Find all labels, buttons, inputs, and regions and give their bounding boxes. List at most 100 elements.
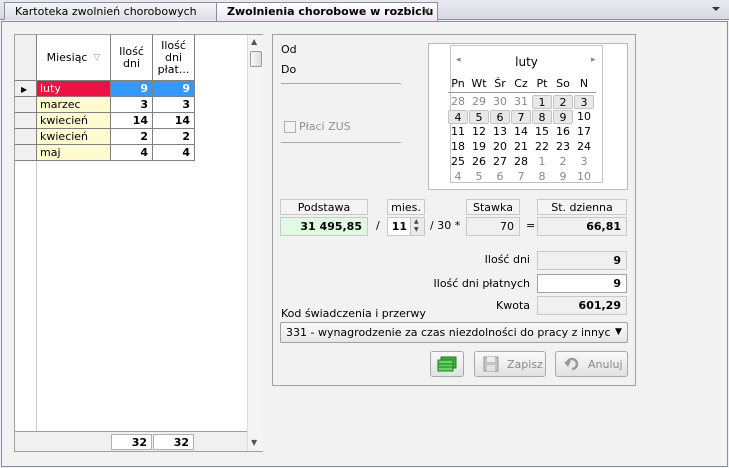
- calendar-day[interactable]: 7: [511, 170, 531, 184]
- calendar-day[interactable]: 30: [490, 95, 510, 109]
- calendar-day[interactable]: 31: [511, 95, 531, 109]
- calendar-day[interactable]: 6: [490, 170, 510, 184]
- calendar-day[interactable]: 17: [574, 125, 594, 139]
- total-paid-days: 32: [153, 434, 194, 450]
- calendar-day[interactable]: 20: [490, 140, 510, 154]
- calendar-day[interactable]: 11: [448, 125, 468, 139]
- total-days: 32: [111, 434, 152, 450]
- calendar-day[interactable]: 4: [448, 170, 468, 184]
- calendar-day[interactable]: 9: [553, 110, 573, 124]
- cell-month[interactable]: luty: [37, 81, 111, 97]
- calendar-day[interactable]: 2: [553, 95, 573, 109]
- scroll-thumb[interactable]: [250, 51, 262, 67]
- row-indicator: [15, 97, 37, 113]
- calendar-day[interactable]: 8: [532, 170, 552, 184]
- div30-label: / 30 *: [430, 219, 461, 232]
- calendar-day[interactable]: 16: [553, 125, 573, 139]
- cell-month[interactable]: kwiecień: [37, 113, 111, 129]
- kwota-field: 601,29: [537, 296, 627, 315]
- cell-paid-days[interactable]: 4: [153, 145, 195, 161]
- calendar-day[interactable]: 29: [469, 95, 489, 109]
- calendar-days: Pn Wt Śr Cz Pt So N 28 29 30 31 1 2 3 4 5 6 7 8 9 10 11 12 13 14…: [448, 48, 603, 188]
- calendar-day[interactable]: 19: [469, 140, 489, 154]
- vertical-scrollbar[interactable]: ▲ ▼: [247, 35, 263, 451]
- calendar-day[interactable]: 10: [574, 110, 594, 124]
- calendar-day[interactable]: 3: [574, 155, 594, 169]
- cell-month[interactable]: kwiecień: [37, 129, 111, 145]
- calendar-day[interactable]: 28: [511, 155, 531, 169]
- calendar-day[interactable]: 4: [448, 110, 468, 124]
- cell-paid-days[interactable]: 2: [153, 129, 195, 145]
- cell-days[interactable]: 3: [111, 97, 153, 113]
- anuluj-button[interactable]: Anuluj: [555, 351, 628, 377]
- column-header-label: dni: [164, 50, 182, 64]
- calendar-day[interactable]: 22: [532, 140, 552, 154]
- ilosc-dni-platnych-field[interactable]: 9: [537, 274, 627, 293]
- sort-icon: ▽: [93, 52, 101, 63]
- calendar-day[interactable]: 18: [448, 140, 468, 154]
- calendar-day[interactable]: 14: [511, 125, 531, 139]
- calendar-day[interactable]: 24: [574, 140, 594, 154]
- od-value[interactable]: [300, 43, 390, 57]
- cell-month[interactable]: marzec: [37, 97, 111, 113]
- calendar-day[interactable]: 15: [532, 125, 552, 139]
- column-header-days[interactable]: Ilość dni: [111, 35, 153, 81]
- tab-zwolnienia-rozbicie[interactable]: Zwolnienia chorobowe w rozbiciu ✕: [216, 2, 438, 21]
- divider: [281, 83, 401, 84]
- calendar-day[interactable]: 27: [490, 155, 510, 169]
- calendar-day[interactable]: 6: [490, 110, 510, 124]
- cell-days[interactable]: 2: [111, 129, 153, 145]
- placi-zus-checkbox[interactable]: [284, 121, 296, 133]
- ilosc-dni-platnych-label: Ilość dni płatnych: [433, 277, 530, 290]
- spin-up-icon[interactable]: ▲: [414, 218, 419, 225]
- podstawa-label: Podstawa: [280, 199, 368, 215]
- calendar-day[interactable]: 26: [469, 155, 489, 169]
- weekday-label: Pt: [536, 77, 548, 90]
- scroll-up-icon[interactable]: ▲: [251, 37, 257, 46]
- chevron-down-icon[interactable]: ▼: [615, 327, 622, 337]
- cell-days[interactable]: 14: [111, 113, 153, 129]
- cell-paid-days[interactable]: 3: [153, 97, 195, 113]
- grid-action-button[interactable]: [430, 351, 464, 377]
- podstawa-field[interactable]: 31 495,85: [280, 217, 368, 236]
- calendar-day[interactable]: 1: [532, 95, 552, 109]
- calendar-day[interactable]: 9: [553, 170, 573, 184]
- do-value[interactable]: [300, 63, 390, 77]
- calendar-day[interactable]: 10: [574, 170, 594, 184]
- chevron-down-icon[interactable]: [711, 4, 721, 14]
- cell-month[interactable]: maj: [37, 145, 111, 161]
- tab-kartoteka[interactable]: Kartoteka zwolnień chorobowych: [4, 2, 218, 20]
- calendar-day[interactable]: 25: [448, 155, 468, 169]
- scroll-down-icon[interactable]: ▼: [251, 438, 257, 447]
- kod-swiadczenia-select[interactable]: 331 - wynagrodzenie za czas niezdolności…: [280, 322, 628, 343]
- spin-down-icon[interactable]: ▼: [414, 226, 419, 233]
- calendar-day[interactable]: 3: [574, 95, 594, 109]
- calendar-day[interactable]: 1: [532, 155, 552, 169]
- column-header-paid-days[interactable]: Ilość dni płat...: [153, 35, 195, 81]
- calendar-day[interactable]: 5: [469, 110, 489, 124]
- do-label: Do: [281, 63, 297, 76]
- calendar-day[interactable]: 2: [553, 155, 573, 169]
- zapisz-button[interactable]: Zapisz: [474, 351, 546, 377]
- column-header-month[interactable]: Miesiąc ▽: [37, 35, 111, 81]
- ilosc-dni-label: Ilość dni: [484, 253, 530, 266]
- close-icon[interactable]: ✕: [422, 3, 431, 20]
- calendar-day[interactable]: 13: [490, 125, 510, 139]
- st-dzienna-label: St. dzienna: [537, 199, 627, 215]
- cell-paid-days[interactable]: 9: [153, 81, 195, 97]
- calendar-day[interactable]: 28: [448, 95, 468, 109]
- cell-days[interactable]: 9: [111, 81, 153, 97]
- table-green-icon: [437, 356, 457, 372]
- calendar-day[interactable]: 7: [511, 110, 531, 124]
- calendar-day[interactable]: 21: [511, 140, 531, 154]
- cell-days[interactable]: 4: [111, 145, 153, 161]
- column-header-label: dni: [122, 56, 140, 70]
- column-header-label: Ilość: [119, 44, 144, 58]
- calendar-day[interactable]: 8: [532, 110, 552, 124]
- mies-spinner-buttons[interactable]: ▲ ▼: [410, 218, 424, 235]
- calendar-day[interactable]: 5: [469, 170, 489, 184]
- calendar-day[interactable]: 12: [469, 125, 489, 139]
- cell-paid-days[interactable]: 14: [153, 113, 195, 129]
- kod-swiadczenia-value: 331 - wynagrodzenie za czas niezdolności…: [286, 326, 611, 339]
- calendar-day[interactable]: 23: [553, 140, 573, 154]
